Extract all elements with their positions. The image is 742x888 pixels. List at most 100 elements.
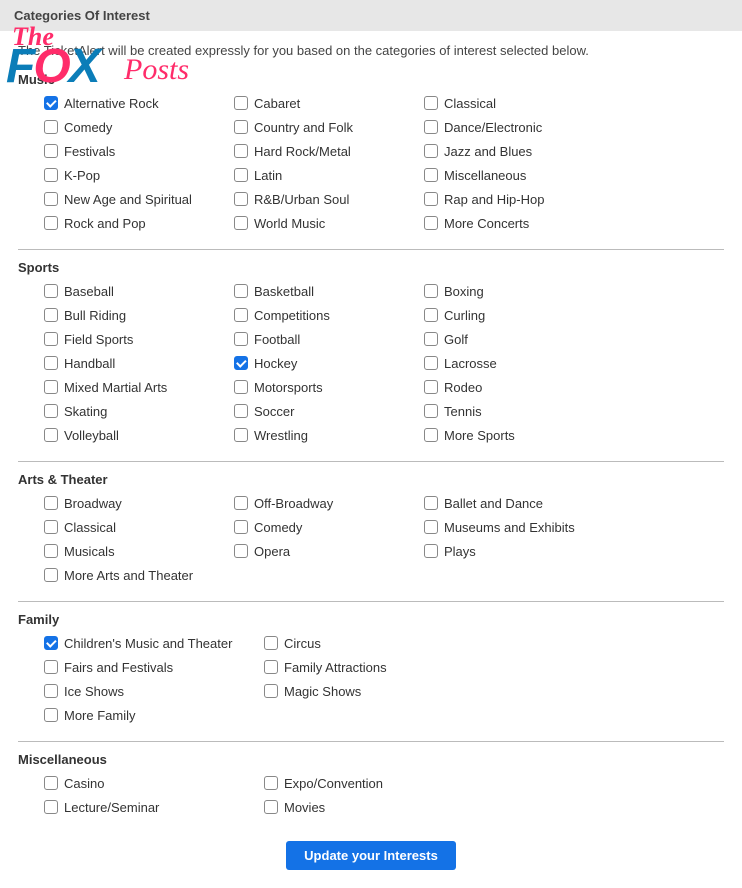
checkbox[interactable]	[234, 544, 248, 558]
checkbox-label[interactable]: Broadway	[64, 496, 122, 511]
checkbox-label[interactable]: Magic Shows	[284, 684, 361, 699]
checkbox[interactable]	[44, 428, 58, 442]
checkbox[interactable]	[234, 380, 248, 394]
checkbox[interactable]	[424, 120, 438, 134]
checkbox-label[interactable]: Casino	[64, 776, 104, 791]
checkbox-label[interactable]: Expo/Convention	[284, 776, 383, 791]
checkbox[interactable]	[424, 356, 438, 370]
checkbox[interactable]	[424, 168, 438, 182]
checkbox-label[interactable]: Hard Rock/Metal	[254, 144, 351, 159]
checkbox-label[interactable]: K-Pop	[64, 168, 100, 183]
checkbox[interactable]	[234, 168, 248, 182]
checkbox[interactable]	[234, 216, 248, 230]
checkbox[interactable]	[44, 776, 58, 790]
checkbox[interactable]	[234, 192, 248, 206]
checkbox[interactable]	[44, 660, 58, 674]
checkbox[interactable]	[264, 636, 278, 650]
checkbox[interactable]	[44, 192, 58, 206]
checkbox[interactable]	[234, 120, 248, 134]
checkbox[interactable]	[424, 308, 438, 322]
checkbox[interactable]	[424, 96, 438, 110]
checkbox-label[interactable]: World Music	[254, 216, 325, 231]
checkbox[interactable]	[424, 544, 438, 558]
checkbox-label[interactable]: Motorsports	[254, 380, 323, 395]
checkbox-label[interactable]: R&B/Urban Soul	[254, 192, 349, 207]
checkbox-label[interactable]: More Family	[64, 708, 136, 723]
checkbox-label[interactable]: Comedy	[64, 120, 112, 135]
checkbox[interactable]	[44, 308, 58, 322]
checkbox-label[interactable]: Musicals	[64, 544, 115, 559]
checkbox-label[interactable]: Lacrosse	[444, 356, 497, 371]
checkbox-label[interactable]: Plays	[444, 544, 476, 559]
checkbox[interactable]	[44, 636, 58, 650]
checkbox[interactable]	[44, 708, 58, 722]
checkbox-label[interactable]: Comedy	[254, 520, 302, 535]
checkbox[interactable]	[424, 496, 438, 510]
checkbox-label[interactable]: Festivals	[64, 144, 115, 159]
checkbox-label[interactable]: Football	[254, 332, 300, 347]
checkbox[interactable]	[264, 684, 278, 698]
checkbox[interactable]	[44, 144, 58, 158]
checkbox-label[interactable]: Dance/Electronic	[444, 120, 542, 135]
checkbox[interactable]	[264, 776, 278, 790]
checkbox[interactable]	[424, 404, 438, 418]
checkbox[interactable]	[44, 684, 58, 698]
checkbox-label[interactable]: Rock and Pop	[64, 216, 146, 231]
checkbox[interactable]	[44, 380, 58, 394]
checkbox-label[interactable]: Opera	[254, 544, 290, 559]
checkbox-label[interactable]: New Age and Spiritual	[64, 192, 192, 207]
checkbox-label[interactable]: Fairs and Festivals	[64, 660, 173, 675]
checkbox[interactable]	[424, 332, 438, 346]
checkbox-label[interactable]: Basketball	[254, 284, 314, 299]
checkbox[interactable]	[44, 568, 58, 582]
checkbox-label[interactable]: Jazz and Blues	[444, 144, 532, 159]
checkbox-label[interactable]: Circus	[284, 636, 321, 651]
checkbox-label[interactable]: Baseball	[64, 284, 114, 299]
checkbox[interactable]	[44, 96, 58, 110]
checkbox[interactable]	[424, 216, 438, 230]
checkbox-label[interactable]: Wrestling	[254, 428, 308, 443]
checkbox[interactable]	[234, 332, 248, 346]
checkbox-label[interactable]: Handball	[64, 356, 115, 371]
checkbox[interactable]	[424, 284, 438, 298]
checkbox-label[interactable]: Classical	[64, 520, 116, 535]
checkbox-label[interactable]: Mixed Martial Arts	[64, 380, 167, 395]
checkbox-label[interactable]: Country and Folk	[254, 120, 353, 135]
checkbox-label[interactable]: Family Attractions	[284, 660, 387, 675]
checkbox[interactable]	[44, 520, 58, 534]
checkbox[interactable]	[424, 520, 438, 534]
checkbox-label[interactable]: Bull Riding	[64, 308, 126, 323]
checkbox[interactable]	[44, 168, 58, 182]
checkbox-label[interactable]: Soccer	[254, 404, 294, 419]
checkbox-label[interactable]: Cabaret	[254, 96, 300, 111]
checkbox[interactable]	[44, 404, 58, 418]
checkbox[interactable]	[44, 120, 58, 134]
checkbox[interactable]	[264, 660, 278, 674]
checkbox-label[interactable]: More Concerts	[444, 216, 529, 231]
checkbox[interactable]	[44, 284, 58, 298]
checkbox[interactable]	[44, 496, 58, 510]
checkbox[interactable]	[44, 332, 58, 346]
checkbox[interactable]	[424, 428, 438, 442]
checkbox-label[interactable]: Ballet and Dance	[444, 496, 543, 511]
checkbox-label[interactable]: Movies	[284, 800, 325, 815]
checkbox[interactable]	[424, 380, 438, 394]
checkbox[interactable]	[234, 96, 248, 110]
checkbox[interactable]	[234, 356, 248, 370]
checkbox-label[interactable]: Alternative Rock	[64, 96, 159, 111]
checkbox[interactable]	[234, 496, 248, 510]
checkbox[interactable]	[44, 544, 58, 558]
checkbox[interactable]	[264, 800, 278, 814]
checkbox-label[interactable]: Ice Shows	[64, 684, 124, 699]
checkbox-label[interactable]: More Arts and Theater	[64, 568, 193, 583]
checkbox[interactable]	[424, 144, 438, 158]
checkbox-label[interactable]: Competitions	[254, 308, 330, 323]
checkbox-label[interactable]: Miscellaneous	[444, 168, 526, 183]
checkbox-label[interactable]: Curling	[444, 308, 485, 323]
checkbox[interactable]	[44, 356, 58, 370]
checkbox-label[interactable]: Lecture/Seminar	[64, 800, 159, 815]
checkbox-label[interactable]: Children's Music and Theater	[64, 636, 232, 651]
checkbox-label[interactable]: Rap and Hip-Hop	[444, 192, 544, 207]
checkbox-label[interactable]: Golf	[444, 332, 468, 347]
update-interests-button[interactable]: Update your Interests	[286, 841, 456, 870]
